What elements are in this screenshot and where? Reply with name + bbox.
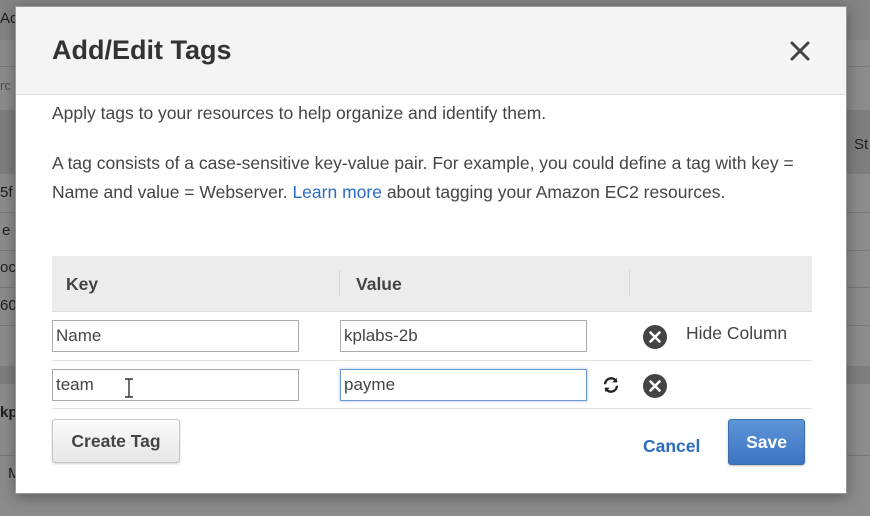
column-header-key: Key [66,274,99,294]
cancel-button[interactable]: Cancel [643,436,700,457]
remove-tag-icon[interactable] [643,374,667,398]
remove-tag-icon[interactable] [643,325,667,349]
learn-more-link[interactable]: Learn more [292,182,382,202]
description-text-after-link: about tagging your Amazon EC2 resources. [386,182,726,202]
create-tag-button[interactable]: Create Tag [52,419,180,463]
tag-value-input[interactable] [340,320,587,352]
dialog-title: Add/Edit Tags [52,35,232,65]
dialog-header: Add/Edit Tags [16,7,846,95]
save-button[interactable]: Save [728,419,805,465]
column-header-value: Value [356,274,402,294]
hide-column-link[interactable]: Hide Column [686,323,787,344]
tags-table-header: Key Value [52,256,812,312]
dialog-description: A tag consists of a case-sensitive key-v… [52,149,812,207]
text-cursor-icon [124,378,134,398]
tag-value-input[interactable] [340,369,587,401]
dialog-intro: Apply tags to your resources to help org… [52,103,547,123]
close-icon[interactable] [788,39,812,63]
row-divider [52,408,812,409]
row-divider [52,360,812,361]
column-divider [629,270,630,296]
tag-key-input[interactable] [52,369,299,401]
tag-key-input[interactable] [52,320,299,352]
column-divider [339,270,340,296]
add-edit-tags-dialog: Add/Edit Tags Apply tags to your resourc… [15,6,847,494]
refresh-icon[interactable] [601,375,621,395]
